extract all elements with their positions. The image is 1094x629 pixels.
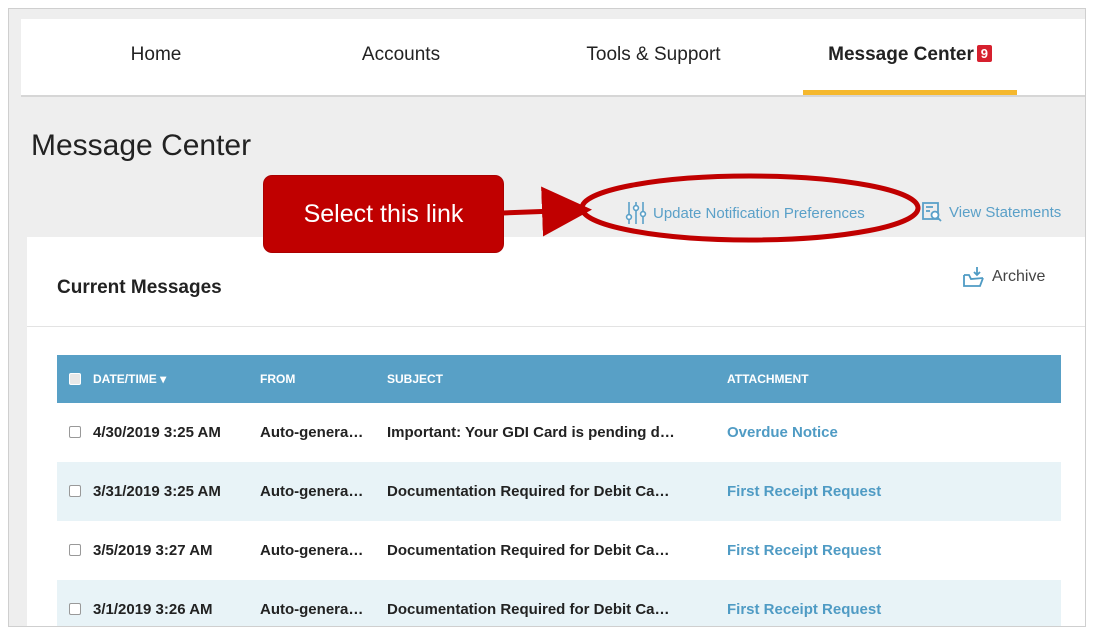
row-subject[interactable]: Documentation Required for Debit Ca… — [387, 462, 670, 521]
panel-divider — [27, 326, 1085, 327]
row-from: Auto-genera… — [260, 424, 364, 441]
table-row[interactable]: 3/1/2019 3:26 AM Auto-genera… Documentat… — [57, 580, 1061, 626]
select-all-checkbox[interactable] — [69, 373, 81, 385]
statement-search-icon — [922, 202, 942, 222]
row-date: 3/1/2019 3:26 AM — [93, 601, 213, 618]
row-date: 4/30/2019 3:25 AM — [93, 424, 221, 441]
instruction-callout: Select this link — [264, 176, 503, 252]
nav-home-label: Home — [130, 44, 182, 65]
row-checkbox[interactable] — [69, 544, 81, 556]
archive-button[interactable]: Archive — [962, 265, 1045, 289]
nav-accounts[interactable]: Accounts — [321, 19, 481, 95]
header-date-time[interactable]: DATE/TIME ▾ — [93, 355, 166, 403]
header-from: FROM — [260, 372, 296, 386]
update-notification-preferences-link[interactable]: Update Notification Preferences — [625, 201, 865, 225]
row-from: Auto-genera… — [260, 542, 364, 559]
archive-tray-icon — [963, 267, 984, 287]
top-nav: Home Accounts Tools & Support Message Ce… — [21, 19, 1085, 97]
nav-tools-support[interactable]: Tools & Support — [566, 19, 741, 95]
row-attachment-link[interactable]: First Receipt Request — [727, 580, 881, 626]
panel-title: Current Messages — [57, 277, 222, 298]
active-tab-underline — [803, 90, 1017, 95]
header-subject: SUBJECT — [387, 372, 444, 386]
nav-tools-label: Tools & Support — [586, 44, 721, 65]
view-statements-label: View Statements — [949, 203, 1062, 221]
row-attachment-link[interactable]: Overdue Notice — [727, 403, 838, 462]
browser-frame: Home Accounts Tools & Support Message Ce… — [8, 8, 1086, 627]
header-attachment: ATTACHMENT — [727, 372, 809, 386]
row-date: 3/5/2019 3:27 AM — [93, 542, 213, 559]
table-row[interactable]: 3/5/2019 3:27 AM Auto-genera… Documentat… — [57, 521, 1061, 580]
nav-home[interactable]: Home — [81, 19, 231, 95]
sliders-icon — [625, 202, 647, 224]
header-date-label: DATE/TIME — [93, 372, 157, 386]
unread-count-badge: 9 — [976, 45, 992, 62]
sort-desc-icon: ▾ — [160, 372, 167, 386]
row-from: Auto-genera… — [260, 483, 364, 500]
messages-panel: Current Messages Archive DATE/TIME ▾ FRO… — [27, 237, 1085, 626]
row-subject[interactable]: Documentation Required for Debit Ca… — [387, 580, 670, 626]
row-attachment-link[interactable]: First Receipt Request — [727, 521, 881, 580]
row-attachment-link[interactable]: First Receipt Request — [727, 462, 881, 521]
page-title: Message Center — [31, 129, 252, 162]
row-from: Auto-genera… — [260, 601, 364, 618]
callout-text: Select this link — [303, 200, 464, 228]
table-row[interactable]: 3/31/2019 3:25 AM Auto-genera… Documenta… — [57, 462, 1061, 521]
nav-message-center-label: Message Center — [828, 44, 974, 65]
row-date: 3/31/2019 3:25 AM — [93, 483, 221, 500]
row-subject[interactable]: Important: Your GDI Card is pending d… — [387, 403, 675, 462]
nav-accounts-label: Accounts — [361, 44, 441, 65]
row-checkbox[interactable] — [69, 485, 81, 497]
row-checkbox[interactable] — [69, 603, 81, 615]
table-header: DATE/TIME ▾ FROM SUBJECT ATTACHMENT — [57, 355, 1061, 403]
table-row[interactable]: 4/30/2019 3:25 AM Auto-genera… Important… — [57, 403, 1061, 462]
view-statements-link[interactable]: View Statements — [921, 201, 1061, 223]
update-prefs-label: Update Notification Preferences — [653, 204, 865, 222]
archive-label: Archive — [992, 268, 1046, 285]
nav-message-center[interactable]: Message Center 9 — [803, 19, 1017, 95]
row-checkbox[interactable] — [69, 426, 81, 438]
row-subject[interactable]: Documentation Required for Debit Ca… — [387, 521, 670, 580]
